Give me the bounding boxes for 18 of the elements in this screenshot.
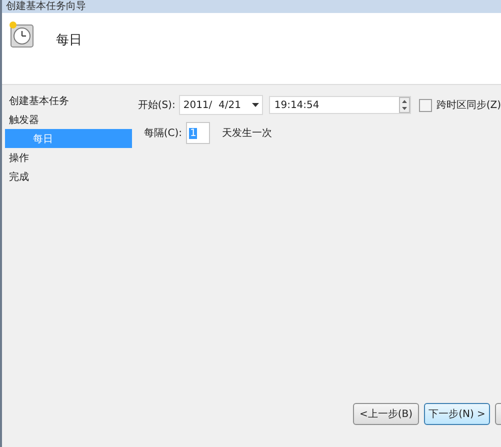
date-picker[interactable]: 2011/ 4/21 (179, 95, 264, 115)
sidebar-item[interactable]: 触发器 (5, 110, 132, 129)
time-field[interactable]: 19:14:54 (269, 96, 412, 114)
interval-label: 每隔(C): (144, 127, 182, 140)
clock-icon (8, 21, 36, 49)
caret-icon[interactable] (252, 103, 260, 107)
spin-arrows-icon[interactable] (399, 97, 410, 113)
wizard-button[interactable]: <上一步(B) (353, 403, 419, 425)
checkbox[interactable] (419, 98, 432, 112)
interval-suffix: 天发生一次 (222, 126, 272, 140)
window-title: 创建基本任务向导 (6, 0, 86, 12)
start-label: 开始(S): (138, 99, 176, 112)
page-title: 每日 (56, 32, 82, 49)
sidebar-item[interactable]: 完成 (5, 167, 132, 186)
sidebar-item[interactable]: 操作 (5, 148, 132, 167)
sync-label: 跨时区同步(Z) (436, 98, 501, 112)
sidebar-item[interactable]: 创建基本任务 (5, 91, 132, 110)
wizard-button[interactable]: 下一步(N) > (424, 403, 490, 425)
